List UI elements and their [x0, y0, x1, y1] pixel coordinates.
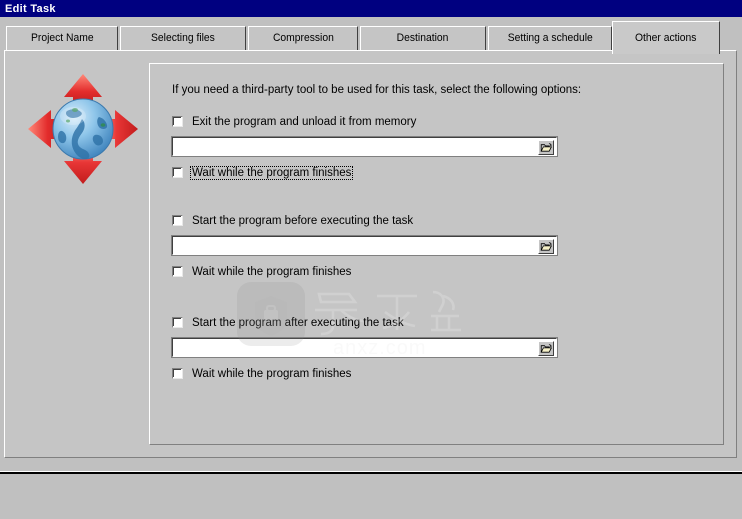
edit-task-window: Edit Task Project Name Selecting files Com… [0, 0, 742, 519]
wait-checkbox-label: Wait while the program finishes [192, 265, 352, 278]
tab-content-panel: If you need a third-party tool to be use… [4, 50, 737, 458]
wait-checkbox-start-before[interactable] [172, 266, 183, 277]
tab-label: Compression [272, 32, 334, 44]
open-folder-icon[interactable] [538, 341, 554, 356]
option-section-start-after: Start the program after executing the ta… [171, 315, 702, 381]
checkbox-start-after[interactable] [172, 317, 183, 328]
checkbox-label: Start the program before executing the t… [192, 214, 414, 227]
wait-checkbox-row-start-after[interactable]: Wait while the program finishes [172, 366, 702, 381]
tab-selecting-files[interactable]: Selecting files [120, 26, 246, 51]
tab-label: Destination [397, 32, 449, 44]
window-titlebar: Edit Task [0, 0, 742, 17]
tab-compression[interactable]: Compression [248, 26, 358, 51]
tab-label: Other actions [635, 31, 697, 44]
path-field-wrapper [171, 337, 558, 358]
path-input-row-start-after [171, 337, 558, 358]
checkbox-row-start-after[interactable]: Start the program after executing the ta… [172, 315, 702, 330]
checkbox-label: Exit the program and unload it from memo… [192, 115, 417, 128]
tab-label: Project Name [30, 32, 94, 44]
tab-destination[interactable]: Destination [360, 26, 486, 51]
globe-with-four-arrows-icon [27, 73, 139, 185]
third-party-tool-groupbox: If you need a third-party tool to be use… [149, 63, 724, 445]
wait-checkbox-row-start-before[interactable]: Wait while the program finishes [172, 264, 702, 279]
path-input-row-exit-program [171, 136, 558, 157]
tab-project-name[interactable]: Project Name [6, 26, 118, 51]
open-folder-icon[interactable] [538, 140, 554, 155]
tab-strip: Project Name Selecting files Compression De… [0, 17, 742, 54]
path-input-row-start-before [171, 235, 558, 256]
wait-checkbox-start-after[interactable] [172, 368, 183, 379]
path-field-wrapper [171, 235, 558, 256]
intro-text: If you need a third-party tool to be use… [172, 84, 582, 96]
checkbox-label: Start the program after executing the ta… [192, 316, 404, 329]
checkbox-row-start-before[interactable]: Start the program before executing the t… [172, 213, 702, 228]
path-field-wrapper [171, 136, 558, 157]
wait-checkbox-label: Wait while the program finishes [190, 165, 354, 180]
tab-setting-a-schedule[interactable]: Setting a schedule [488, 26, 612, 51]
open-folder-icon[interactable] [538, 239, 554, 254]
option-section-exit-program: Exit the program and unload it from memo… [171, 114, 702, 180]
window-title: Edit Task [5, 2, 56, 15]
path-input-exit-program[interactable] [173, 139, 556, 157]
path-input-start-before[interactable] [173, 238, 556, 256]
path-input-start-after[interactable] [173, 340, 556, 358]
wait-checkbox-exit-program[interactable] [172, 167, 183, 178]
checkbox-row-exit-program[interactable]: Exit the program and unload it from memo… [172, 114, 702, 129]
option-section-start-before: Start the program before executing the t… [171, 213, 702, 279]
wait-checkbox-row-exit-program[interactable]: Wait while the program finishes [172, 165, 702, 180]
footer-bar: BackNextSaveCancel [0, 474, 742, 519]
tab-label: Selecting files [151, 32, 215, 44]
wait-checkbox-label: Wait while the program finishes [192, 367, 352, 380]
checkbox-exit-program[interactable] [172, 116, 183, 127]
tab-other-actions[interactable]: Other actions [612, 21, 720, 54]
checkbox-start-before[interactable] [172, 215, 183, 226]
tab-label: Setting a schedule [507, 32, 593, 44]
